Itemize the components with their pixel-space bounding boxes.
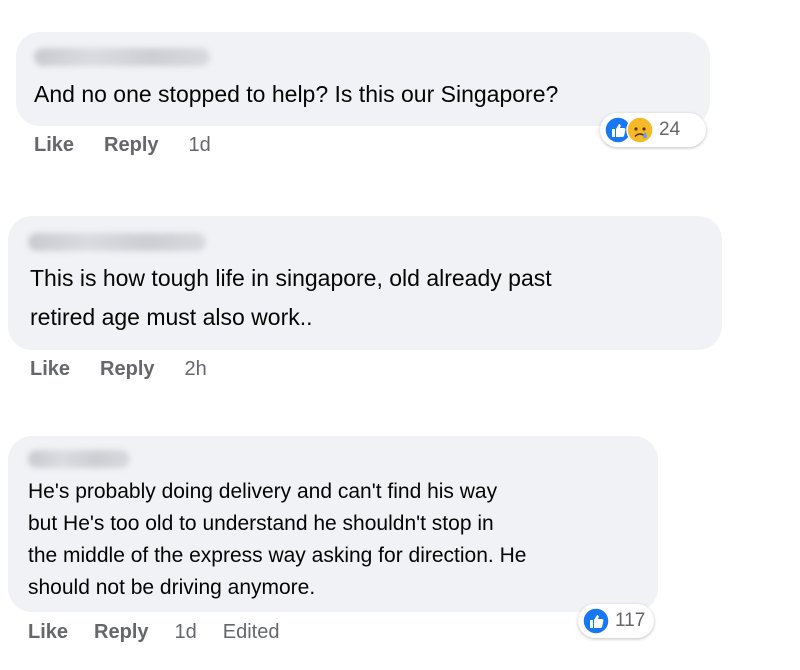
- commenter-name-blurred[interactable]: [28, 233, 206, 251]
- reply-link[interactable]: Reply: [100, 358, 154, 381]
- reaction-summary[interactable]: 24: [600, 113, 706, 147]
- reply-link[interactable]: Reply: [104, 134, 158, 157]
- commenter-name-blurred[interactable]: [28, 450, 130, 468]
- edited-label[interactable]: Edited: [223, 621, 280, 644]
- like-link[interactable]: Like: [34, 134, 74, 157]
- comment-text-line: should not be driving anymore.: [28, 576, 316, 599]
- comment-text-line: retired age must also work..: [30, 304, 313, 330]
- like-link[interactable]: Like: [30, 358, 70, 381]
- comment-actions: Like Reply 2h: [30, 358, 207, 381]
- like-reaction-icon: [582, 607, 610, 635]
- comment-text-line: but He's too old to understand he should…: [28, 512, 494, 535]
- reply-link[interactable]: Reply: [94, 621, 148, 644]
- comment-text-line: He's probably doing delivery and can't f…: [28, 480, 498, 503]
- sad-reaction-icon: [626, 116, 654, 144]
- comment-bubble-2: This is how tough life in singapore, old…: [8, 216, 722, 350]
- comment-text-line: This is how tough life in singapore, old…: [30, 265, 552, 291]
- comment-bubble-3: He's probably doing delivery and can't f…: [8, 436, 658, 612]
- comment-bubble-1: And no one stopped to help? Is this our …: [16, 32, 710, 126]
- comment-actions: Like Reply 1d: [34, 134, 211, 157]
- timestamp[interactable]: 1d: [189, 134, 211, 157]
- timestamp[interactable]: 1d: [175, 621, 197, 644]
- reaction-summary[interactable]: 117: [578, 604, 654, 638]
- timestamp[interactable]: 2h: [185, 358, 207, 381]
- reaction-count: 117: [615, 610, 646, 631]
- comment-text-line: the middle of the express way asking for…: [28, 544, 527, 567]
- reaction-count: 24: [659, 119, 681, 140]
- like-link[interactable]: Like: [28, 621, 68, 644]
- commenter-name-blurred[interactable]: [34, 48, 210, 66]
- comment-actions: Like Reply 1d Edited: [28, 621, 279, 644]
- comment-text: And no one stopped to help? Is this our …: [34, 81, 559, 107]
